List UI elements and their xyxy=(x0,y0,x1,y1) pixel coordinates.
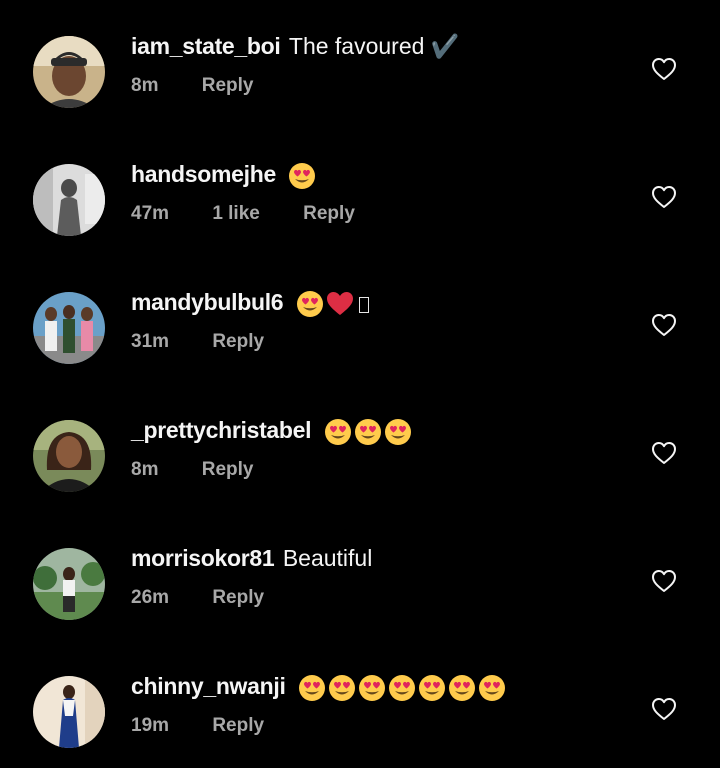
comment-time: 19m xyxy=(131,715,170,736)
comment-time: 47m xyxy=(131,203,170,224)
heart-eyes-emoji-icon xyxy=(296,290,324,318)
heart-eyes-emoji-icon xyxy=(288,162,316,190)
comment-item: _prettychristabel 8m Reply xyxy=(0,384,720,512)
comment-time: 8m xyxy=(131,459,159,480)
comment-username[interactable]: mandybulbul6 xyxy=(131,289,284,315)
emoji-group xyxy=(296,290,369,324)
comment-message: Beautiful xyxy=(282,545,373,571)
comment-time: 8m xyxy=(131,75,159,96)
heart-outline-icon[interactable] xyxy=(651,313,677,337)
comment-meta: 19m Reply xyxy=(131,712,302,740)
comment-item: iam_state_boi The favoured ✔️ 8m Reply xyxy=(0,0,720,128)
red-heart-emoji-icon xyxy=(326,290,354,318)
comment-message: The favoured ✔️ xyxy=(288,33,460,59)
heart-eyes-emoji-icon xyxy=(324,418,352,446)
reply-button[interactable]: Reply xyxy=(202,459,254,480)
comment-text: _prettychristabel xyxy=(131,413,414,452)
avatar[interactable] xyxy=(33,292,105,364)
reply-button[interactable]: Reply xyxy=(202,75,254,96)
comments-screen: { "colors": { "background": "#000000", "… xyxy=(0,0,720,755)
comment-text: chinny_nwanji xyxy=(131,669,508,708)
reply-button[interactable]: Reply xyxy=(303,203,355,224)
heart-eyes-emoji-icon xyxy=(384,418,412,446)
heart-outline-icon[interactable] xyxy=(651,57,677,81)
avatar[interactable] xyxy=(33,548,105,620)
missing-glyph-icon xyxy=(358,297,369,313)
comment-meta: 8m Reply xyxy=(131,72,292,100)
heart-eyes-emoji-icon xyxy=(418,674,446,702)
comment-item: mandybulbul6 31m Reply xyxy=(0,256,720,384)
comment-text: morrisokor81 Beautiful xyxy=(131,541,372,575)
comment-username[interactable]: chinny_nwanji xyxy=(131,673,286,699)
avatar-photo xyxy=(33,676,105,748)
avatar-photo xyxy=(33,164,105,236)
avatar-photo xyxy=(33,548,105,620)
avatar-photo xyxy=(33,36,105,108)
comment-item: morrisokor81 Beautiful 26m Reply xyxy=(0,512,720,640)
comment-item: handsomejhe 47m 1 like Reply xyxy=(0,128,720,256)
comment-meta: 47m 1 like Reply xyxy=(131,200,393,228)
avatar-photo xyxy=(33,292,105,364)
reply-button[interactable]: Reply xyxy=(212,331,264,352)
heart-eyes-emoji-icon xyxy=(328,674,356,702)
comment-username[interactable]: morrisokor81 xyxy=(131,545,275,571)
heart-eyes-emoji-icon xyxy=(358,674,386,702)
heart-outline-icon[interactable] xyxy=(651,569,677,593)
emoji-group xyxy=(288,162,318,196)
emoji-group xyxy=(298,674,508,708)
avatar[interactable] xyxy=(33,676,105,748)
reply-button[interactable]: Reply xyxy=(212,587,264,608)
heart-outline-icon[interactable] xyxy=(651,697,677,721)
comment-meta: 8m Reply xyxy=(131,456,292,484)
heart-eyes-emoji-icon xyxy=(354,418,382,446)
comment-username[interactable]: iam_state_boi xyxy=(131,33,281,59)
heart-eyes-emoji-icon xyxy=(448,674,476,702)
heart-eyes-emoji-icon xyxy=(298,674,326,702)
reply-button[interactable]: Reply xyxy=(212,715,264,736)
emoji-group xyxy=(324,418,414,452)
comment-meta: 26m Reply xyxy=(131,584,302,612)
heart-eyes-emoji-icon xyxy=(388,674,416,702)
avatar[interactable] xyxy=(33,36,105,108)
comment-username[interactable]: _prettychristabel xyxy=(131,417,312,443)
comment-text: handsomejhe xyxy=(131,157,318,196)
avatar[interactable] xyxy=(33,164,105,236)
comment-time: 26m xyxy=(131,587,170,608)
avatar[interactable] xyxy=(33,420,105,492)
avatar-photo xyxy=(33,420,105,492)
heart-eyes-emoji-icon xyxy=(478,674,506,702)
comment-meta: 31m Reply xyxy=(131,328,302,356)
heart-outline-icon[interactable] xyxy=(651,441,677,465)
comment-username[interactable]: handsomejhe xyxy=(131,161,276,187)
comment-likes[interactable]: 1 like xyxy=(212,203,260,224)
comment-text: iam_state_boi The favoured ✔️ xyxy=(131,29,459,63)
comment-time: 31m xyxy=(131,331,170,352)
heart-outline-icon[interactable] xyxy=(651,185,677,209)
comment-text: mandybulbul6 xyxy=(131,285,369,324)
comment-item: chinny_nwanji 19m Reply xyxy=(0,640,720,768)
